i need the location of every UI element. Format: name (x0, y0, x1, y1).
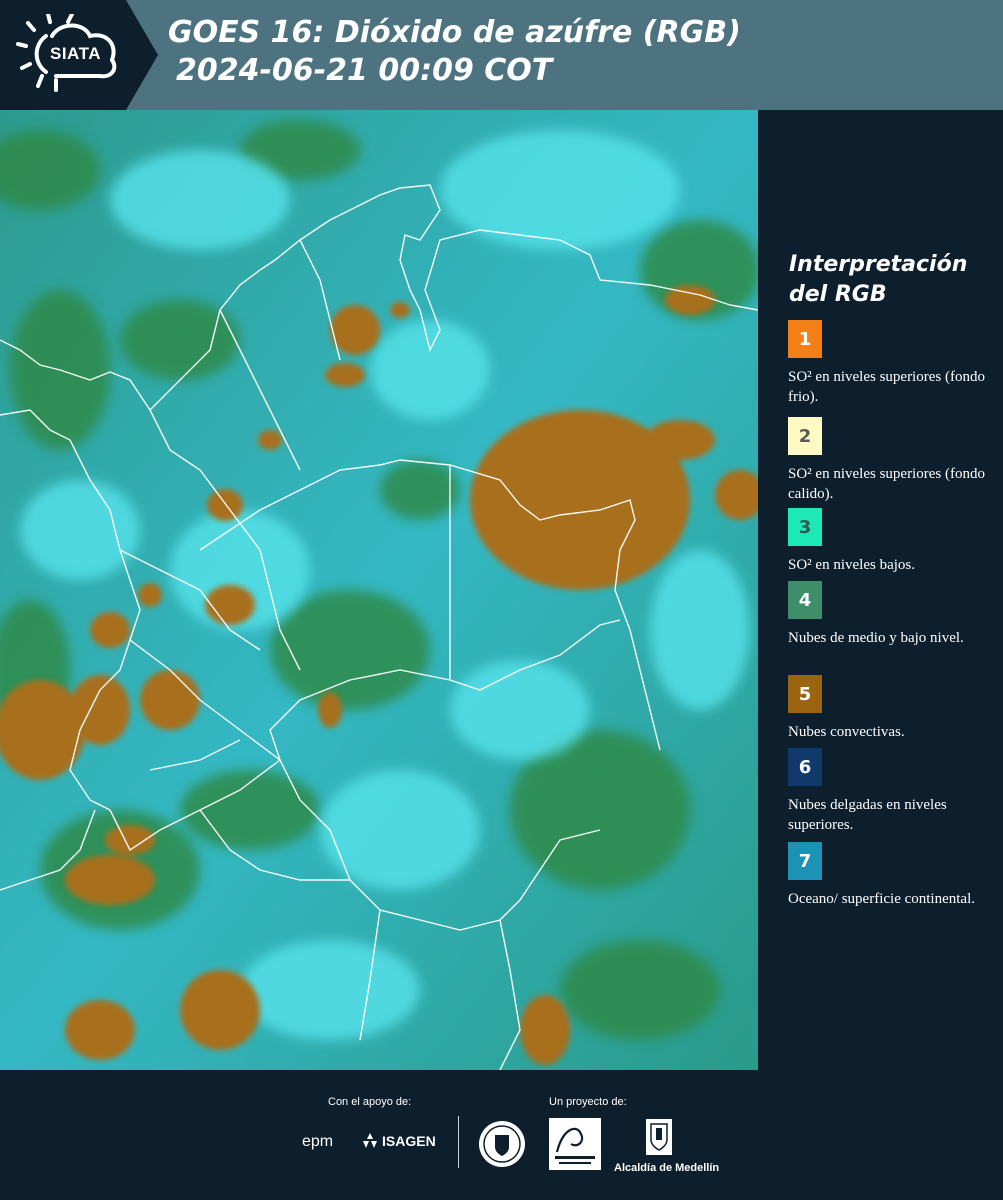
legend-description-4: Nubes de medio y bajo nivel. (788, 630, 964, 646)
isagen-mark-icon (363, 1133, 377, 1148)
alcaldia-crest-icon (646, 1119, 672, 1155)
legend-panel: Interpretación del RGB 1 SO² en niveles … (758, 110, 1003, 1070)
project-label: Un proyecto de: (549, 1096, 627, 1108)
legend-item-5: 5 Nubes convectivas. (788, 675, 993, 742)
alcaldia-logo-text: Alcaldía de Medellín (614, 1162, 720, 1174)
legend-title: Interpretación del RGB (789, 252, 968, 307)
legend-swatch-2: 2 (788, 417, 822, 455)
support-label: Con el apoyo de: (328, 1096, 412, 1108)
legend-description-1: SO² en niveles superiores (fondo frio). (788, 369, 985, 405)
legend-item-3: 3 SO² en niveles bajos. (788, 508, 993, 575)
legend-description-5: Nubes convectivas. (788, 724, 905, 740)
alcaldia-logo: Alcaldía de Medellín (614, 1118, 720, 1174)
legend-swatch-1: 1 (788, 320, 822, 358)
siata-logo: SIATA (0, 0, 158, 110)
footer-divider (458, 1116, 459, 1168)
legend-description-3: SO² en niveles bajos. (788, 557, 915, 573)
legend-description-2: SO² en niveles superiores (fondo calido)… (788, 466, 985, 502)
epm-logo: epm (302, 1131, 333, 1151)
legend-swatch-6: 6 (788, 748, 822, 786)
header-bar: SIATA GOES 16: Dióxido de azúfre (RGB) 2… (0, 0, 1003, 110)
legend-description-6: Nubes delgadas en niveles superiores. (788, 797, 947, 833)
siata-logo-text: SIATA (50, 44, 101, 63)
legend-swatch-4: 4 (788, 581, 822, 619)
medellin-seal-logo (477, 1119, 527, 1173)
title-line-1: GOES 16: Dióxido de azúfre (RGB) (168, 15, 741, 50)
legend-item-4: 4 Nubes de medio y bajo nivel. (788, 581, 993, 648)
isagen-logo-text: ISAGEN (382, 1133, 436, 1149)
satellite-map (0, 110, 758, 1070)
page-title: GOES 16: Dióxido de azúfre (RGB) 2024-06… (168, 14, 741, 90)
epm-logo-text: epm (302, 1133, 334, 1150)
legend-item-7: 7 Oceano/ superficie continental. (788, 842, 993, 909)
legend-item-2: 2 SO² en niveles superiores (fondo calid… (788, 417, 993, 504)
legend-swatch-3: 3 (788, 508, 822, 546)
area-metropolitana-logo (549, 1118, 601, 1174)
seal-icon (479, 1121, 525, 1167)
area-metropolitana-icon (549, 1118, 601, 1170)
satellite-image (0, 110, 758, 1070)
legend-swatch-7: 7 (788, 842, 822, 880)
isagen-logo: ISAGEN (360, 1132, 436, 1150)
legend-description-7: Oceano/ superficie continental. (788, 891, 976, 907)
legend-item-1: 1 SO² en niveles superiores (fondo frio)… (788, 320, 993, 407)
footer: Con el apoyo de: Un proyecto de: epm ISA… (0, 1070, 1003, 1200)
legend-item-6: 6 Nubes delgadas en niveles superiores. (788, 748, 993, 835)
legend-swatch-5: 5 (788, 675, 822, 713)
title-timestamp: 2024-06-21 00:09 COT (176, 53, 553, 88)
